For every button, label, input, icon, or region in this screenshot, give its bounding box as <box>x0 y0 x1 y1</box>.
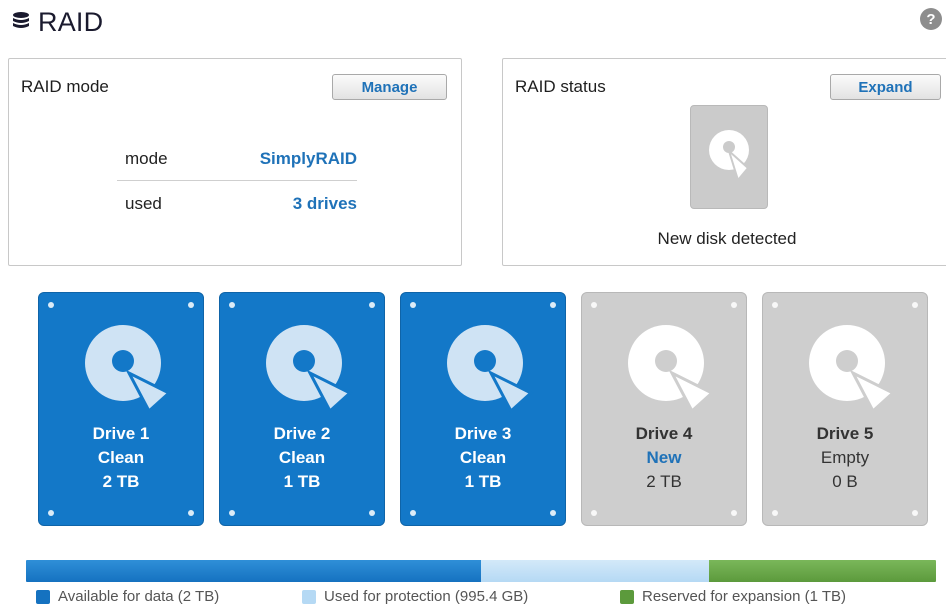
page-title: RAID <box>38 6 104 37</box>
capacity-segment-data <box>26 560 481 582</box>
screw-icon <box>731 510 737 516</box>
legend-data: Available for data (2 TB) <box>36 588 219 605</box>
legend-protection: Used for protection (995.4 GB) <box>302 588 528 605</box>
capacity-segment-protection <box>481 560 709 582</box>
legend-swatch-protection <box>302 589 316 604</box>
screw-icon <box>229 510 235 516</box>
drive-size: 2 TB <box>646 472 682 491</box>
drive-name: Drive 5 <box>816 424 874 443</box>
drive-name: Drive 3 <box>454 424 512 443</box>
screw-icon <box>912 302 918 308</box>
screw-icon <box>550 510 556 516</box>
mode-key: mode <box>125 149 168 168</box>
drive-state: Clean <box>459 448 507 467</box>
raid-status-panel: RAID status Expand New disk detected <box>502 58 946 266</box>
drive-size: 0 B <box>832 472 858 491</box>
drive-card-3[interactable]: Drive 3 Clean 1 TB <box>400 292 566 526</box>
hard-disk-icon <box>628 325 715 414</box>
drive-state: Empty <box>820 448 870 467</box>
legend-label-data: Available for data (2 TB) <box>58 588 220 605</box>
drive-state: New <box>646 448 682 467</box>
drive-name: Drive 1 <box>92 424 150 443</box>
drive-name: Drive 2 <box>273 424 331 443</box>
screw-icon <box>48 510 54 516</box>
capacity-segment-expansion <box>708 560 936 582</box>
page-header: RAID <box>12 4 103 40</box>
screw-icon <box>591 302 597 308</box>
hard-disk-icon <box>809 325 896 414</box>
hard-disk-icon <box>85 325 172 414</box>
raid-mode-panel: RAID mode Manage mode SimplyRAID used 3 … <box>8 58 462 266</box>
screw-icon <box>772 302 778 308</box>
capacity-bar <box>26 560 936 582</box>
database-icon <box>13 12 29 28</box>
row-divider <box>117 180 357 181</box>
screw-icon <box>550 302 556 308</box>
screw-icon <box>188 510 194 516</box>
legend-expansion: Reserved for expansion (1 TB) <box>620 588 846 605</box>
hard-disk-icon <box>266 325 353 414</box>
screw-icon <box>772 510 778 516</box>
legend-swatch-expansion <box>620 589 634 604</box>
drive-name: Drive 4 <box>635 424 693 443</box>
mode-value: SimplyRAID <box>259 149 357 168</box>
drive-card-4[interactable]: Drive 4 New 2 TB <box>581 292 747 526</box>
new-disk-icon <box>690 105 768 209</box>
drive-state: Clean <box>97 448 145 467</box>
drive-size: 1 TB <box>464 472 502 491</box>
legend-label-protection: Used for protection (995.4 GB) <box>324 588 529 605</box>
screw-icon <box>188 302 194 308</box>
hard-disk-icon <box>447 325 534 414</box>
drive-size: 1 TB <box>283 472 321 491</box>
legend-label-expansion: Reserved for expansion (1 TB) <box>642 588 846 605</box>
screw-icon <box>48 302 54 308</box>
used-key: used <box>125 194 162 213</box>
screw-icon <box>731 302 737 308</box>
expand-button[interactable]: Expand <box>830 74 941 100</box>
screw-icon <box>591 510 597 516</box>
screw-icon <box>410 510 416 516</box>
drive-state: Clean <box>278 448 326 467</box>
help-icon[interactable]: ? <box>920 8 942 30</box>
drive-card-2[interactable]: Drive 2 Clean 1 TB <box>219 292 385 526</box>
drive-size: 2 TB <box>102 472 140 491</box>
screw-icon <box>369 302 375 308</box>
drive-card-1[interactable]: Drive 1 Clean 2 TB <box>38 292 204 526</box>
used-value: 3 drives <box>292 194 357 213</box>
raid-status-title: RAID status <box>515 77 606 96</box>
used-row: used 3 drives <box>117 194 357 214</box>
manage-button[interactable]: Manage <box>332 74 447 100</box>
drive-card-5[interactable]: Drive 5 Empty 0 B <box>762 292 928 526</box>
screw-icon <box>369 510 375 516</box>
screw-icon <box>410 302 416 308</box>
raid-mode-title: RAID mode <box>21 77 109 96</box>
screw-icon <box>912 510 918 516</box>
status-message: New disk detected <box>657 229 797 248</box>
legend-swatch-data <box>36 589 50 604</box>
screw-icon <box>229 302 235 308</box>
mode-row: mode SimplyRAID <box>117 149 357 169</box>
